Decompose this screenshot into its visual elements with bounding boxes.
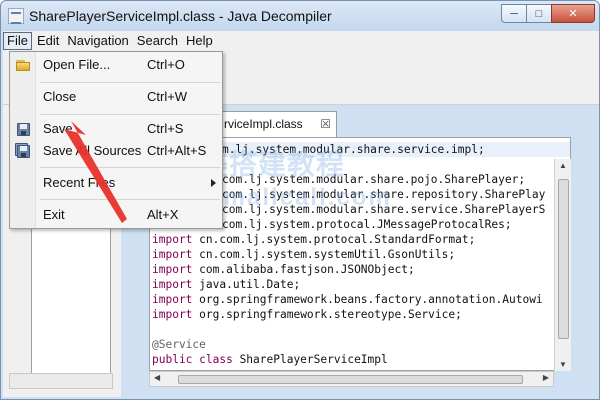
scroll-up-icon[interactable]: ▲	[559, 161, 567, 170]
tab-label: rviceImpl.class	[224, 117, 303, 131]
close-button[interactable]: ✕	[551, 4, 595, 23]
menu-item-label: Exit	[43, 207, 65, 222]
menu-item-label: Recent Files	[43, 175, 116, 190]
menu-item-recent-files[interactable]: Recent Files	[10, 172, 222, 194]
window-controls: ─ □ ✕	[501, 4, 595, 23]
horizontal-scroll-thumb[interactable]	[178, 375, 523, 384]
menu-item-label: Save	[43, 121, 73, 136]
maximize-icon: □	[535, 7, 543, 20]
code-line: com.lj.system.protocal.JMessageProtocalR…	[222, 218, 512, 231]
scroll-down-icon[interactable]: ▼	[559, 360, 567, 369]
menu-help[interactable]: Help	[183, 32, 216, 50]
menu-item-shortcut: Ctrl+S	[147, 121, 184, 136]
menu-item-shortcut: Ctrl+O	[147, 57, 185, 72]
save-all-icon	[15, 143, 31, 159]
menu-item-label: Save All Sources	[43, 143, 142, 158]
code-line: import com.alibaba.fastjson.JSONObject;	[152, 263, 415, 276]
maximize-button[interactable]: □	[526, 4, 552, 23]
editor-horizontal-scrollbar[interactable]: ◀ ▶	[149, 371, 554, 387]
menu-item-label: Close	[43, 89, 77, 104]
menu-item-shortcut: Ctrl+W	[147, 89, 188, 104]
menu-item-label: Open File...	[43, 57, 111, 72]
menu-search[interactable]: Search	[134, 32, 181, 50]
menu-file[interactable]: File	[3, 32, 32, 50]
menu-bar: File Edit Navigation Search Help	[3, 31, 599, 51]
code-line: import cn.com.lj.system.systemUtil.GsonU…	[152, 248, 456, 261]
minimize-button[interactable]: ─	[501, 4, 527, 23]
editor-vertical-scrollbar[interactable]: ▲ ▼	[554, 159, 571, 371]
menu-item-exit[interactable]: Exit Alt+X	[10, 204, 222, 226]
scroll-right-icon[interactable]: ▶	[543, 373, 549, 382]
tree-horizontal-scrollbar[interactable]	[9, 373, 113, 389]
close-icon: ✕	[568, 8, 578, 20]
menu-separator	[40, 82, 220, 83]
code-line: import org.springframework.beans.factory…	[152, 293, 543, 306]
menu-item-save[interactable]: Save Ctrl+S	[10, 118, 222, 140]
tab-shareplayerserviceimpl[interactable]: rviceImpl.class ☒	[219, 111, 337, 137]
scroll-left-icon[interactable]: ◀	[154, 373, 160, 382]
minimize-icon: ─	[510, 7, 518, 20]
code-line: public class SharePlayerServiceImpl	[152, 353, 388, 366]
menu-edit[interactable]: Edit	[34, 32, 62, 50]
menu-item-save-all-sources[interactable]: Save All Sources Ctrl+Alt+S	[10, 140, 222, 162]
menu-item-open-file[interactable]: Open File... Ctrl+O	[10, 54, 222, 76]
folder-open-icon	[15, 57, 31, 73]
app-window: SharePlayerServiceImpl.class - Java Deco…	[0, 0, 600, 400]
app-icon	[8, 8, 24, 24]
menu-separator	[40, 114, 220, 115]
menu-item-close[interactable]: Close Ctrl+W	[10, 86, 222, 108]
menu-navigation[interactable]: Navigation	[64, 32, 131, 50]
menu-item-shortcut: Ctrl+Alt+S	[147, 143, 207, 158]
menu-item-shortcut: Alt+X	[147, 207, 179, 222]
file-menu-dropdown: Open File... Ctrl+O Close Ctrl+W Save Ct…	[9, 51, 223, 229]
save-disk-icon	[15, 121, 31, 137]
tab-close-icon[interactable]: ☒	[320, 112, 331, 136]
code-line: import cn.com.lj.system.protocal.Standar…	[152, 233, 476, 246]
menu-separator	[40, 167, 220, 168]
code-line: import org.springframework.stereotype.Se…	[152, 308, 462, 321]
submenu-arrow-icon	[211, 179, 216, 187]
vertical-scroll-thumb[interactable]	[558, 179, 569, 339]
menu-separator	[40, 199, 220, 200]
title-bar[interactable]: SharePlayerServiceImpl.class - Java Deco…	[1, 1, 599, 31]
code-line: @Service	[152, 338, 206, 351]
code-line: import java.util.Date;	[152, 278, 301, 291]
window-title: SharePlayerServiceImpl.class - Java Deco…	[29, 8, 332, 24]
